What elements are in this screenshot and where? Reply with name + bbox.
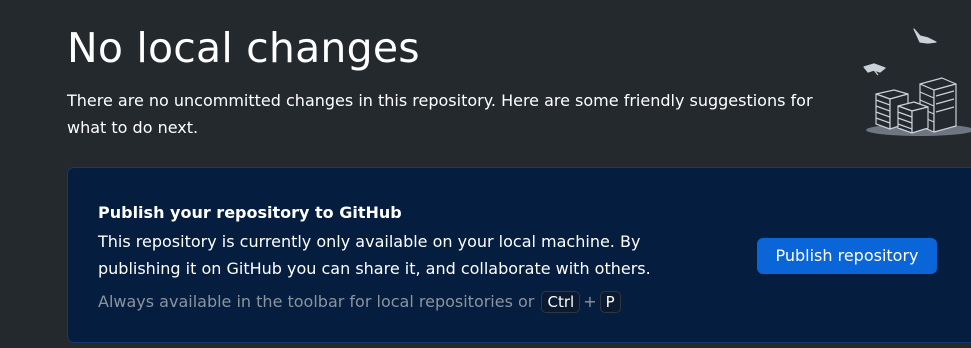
publish-card-hint: Always available in the toolbar for loca… [98, 290, 623, 314]
publish-card-description: This repository is currently only availa… [98, 232, 651, 278]
page-subtitle: There are no uncommitted changes in this… [67, 91, 813, 137]
paper-stacks-illustration-icon [858, 22, 971, 140]
no-local-changes-view: No local changes There are no uncommitte… [0, 0, 971, 348]
publish-repository-card: Publish your repository to GitHub This r… [67, 167, 971, 343]
shortcut-plus: + [583, 292, 597, 311]
page-title: No local changes [67, 24, 420, 72]
shortcut-key-p: P [599, 291, 621, 313]
shortcut-key-ctrl: Ctrl [541, 291, 581, 313]
publish-hint-text: Always available in the toolbar for loca… [98, 292, 535, 311]
publish-card-title: Publish your repository to GitHub [98, 203, 402, 222]
publish-repository-button[interactable]: Publish repository [757, 238, 937, 274]
